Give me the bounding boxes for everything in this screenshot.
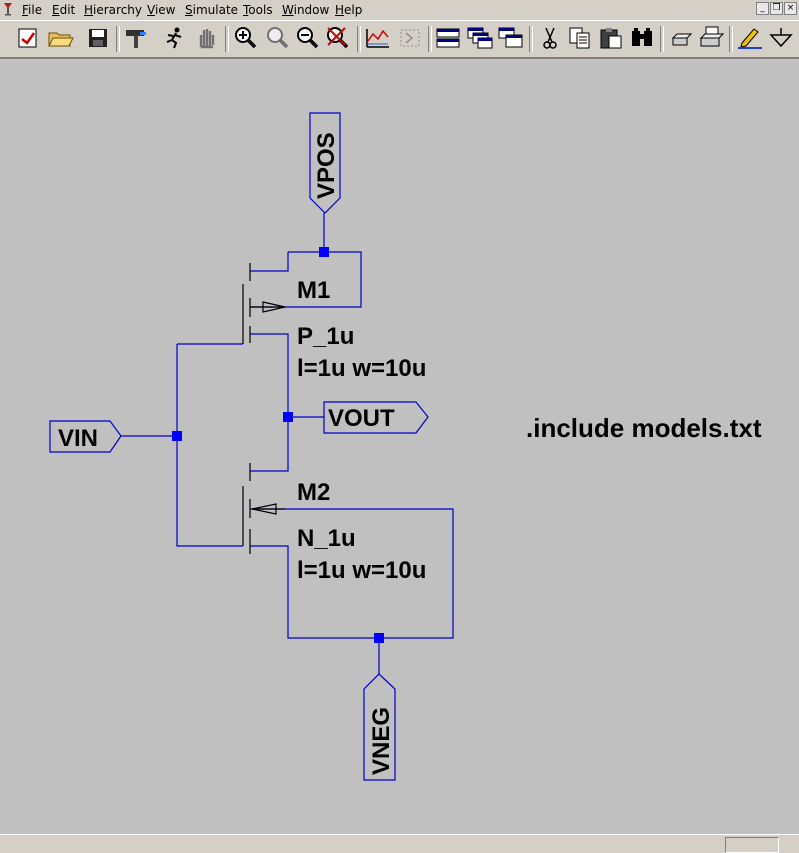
status-cell bbox=[725, 837, 779, 853]
zoom-in-icon[interactable] bbox=[232, 25, 260, 51]
run-icon[interactable] bbox=[161, 25, 189, 51]
zoom-out-icon[interactable] bbox=[294, 25, 322, 51]
net-label-vout[interactable]: VOUT bbox=[323, 401, 429, 434]
copy-icon[interactable] bbox=[566, 25, 594, 51]
m2-params: l=1u w=10u bbox=[297, 557, 426, 584]
svg-text:VIN: VIN bbox=[58, 425, 98, 452]
net-label-vneg[interactable]: VNEG bbox=[363, 673, 396, 781]
toolbar-separator bbox=[428, 26, 432, 52]
cut-scissors-icon[interactable] bbox=[536, 25, 564, 51]
junction-vneg bbox=[374, 633, 384, 643]
m2-nmos-symbol[interactable] bbox=[242, 463, 285, 554]
menu-tools[interactable]: Tools bbox=[243, 2, 273, 18]
menu-window[interactable]: Window bbox=[282, 2, 329, 18]
menu-help[interactable]: Help bbox=[335, 2, 362, 18]
net-label-vin[interactable]: VIN bbox=[49, 420, 122, 453]
svg-text:VNEG: VNEG bbox=[368, 707, 395, 775]
toolbar-separator bbox=[225, 26, 229, 52]
zoom-pan-icon[interactable] bbox=[264, 25, 292, 51]
m2-name: M2 bbox=[297, 479, 330, 506]
spice-directive[interactable]: .include models.txt bbox=[526, 413, 762, 443]
control-panel-hammer-icon[interactable] bbox=[122, 25, 150, 51]
schematic-drawing: M1 P_1u l=1u w=10u M2 N_1u l=1u w=10u VP… bbox=[49, 112, 762, 781]
cascade-windows-icon[interactable] bbox=[466, 25, 494, 51]
schematic-canvas[interactable]: M1 P_1u l=1u w=10u M2 N_1u l=1u w=10u VP… bbox=[0, 58, 799, 835]
menu-edit[interactable]: Edit bbox=[52, 2, 75, 18]
m1-params: l=1u w=10u bbox=[297, 355, 426, 382]
minimize-button[interactable]: _ bbox=[756, 2, 769, 15]
restore-button[interactable]: ❐ bbox=[770, 2, 783, 15]
svg-text:VOUT: VOUT bbox=[328, 405, 395, 432]
fit-icon[interactable] bbox=[396, 25, 424, 51]
wire-m1-source[interactable] bbox=[250, 252, 289, 272]
ground-icon[interactable] bbox=[767, 25, 795, 51]
toolbar-separator bbox=[116, 26, 120, 52]
m1-model: P_1u bbox=[297, 323, 354, 350]
menu-hierarchy[interactable]: Hierarchy bbox=[84, 2, 142, 18]
halt-hand-icon[interactable] bbox=[193, 25, 221, 51]
toolbar-separator bbox=[529, 26, 533, 52]
find-binoculars-icon[interactable] bbox=[628, 25, 656, 51]
svg-text:VPOS: VPOS bbox=[313, 132, 340, 199]
open-folder-icon[interactable] bbox=[46, 25, 74, 51]
toolbar-separator bbox=[660, 26, 664, 52]
wires bbox=[121, 213, 454, 674]
paste-icon[interactable] bbox=[597, 25, 625, 51]
m1-pmos-symbol[interactable] bbox=[242, 263, 286, 344]
toolbar-separator bbox=[729, 26, 733, 52]
wire-vout-node[interactable] bbox=[250, 333, 289, 472]
m1-name: M1 bbox=[297, 277, 330, 304]
print-setup-icon[interactable] bbox=[667, 25, 695, 51]
status-bar bbox=[0, 834, 799, 853]
autorange-icon[interactable] bbox=[364, 25, 392, 51]
save-icon[interactable] bbox=[84, 25, 112, 51]
tile-vertical-icon[interactable] bbox=[497, 25, 525, 51]
junction-vout bbox=[283, 412, 293, 422]
app-icon bbox=[4, 3, 12, 16]
toolbar-separator bbox=[357, 26, 361, 52]
tile-horizontal-icon[interactable] bbox=[434, 25, 462, 51]
menu-simulate[interactable]: Simulate bbox=[185, 2, 238, 18]
m2-model: N_1u bbox=[297, 525, 356, 552]
draw-wire-pencil-icon[interactable] bbox=[736, 25, 764, 51]
wire-gates[interactable] bbox=[176, 344, 243, 547]
zoom-cancel-icon[interactable] bbox=[324, 25, 352, 51]
close-button[interactable]: × bbox=[784, 2, 797, 15]
net-label-vpos[interactable]: VPOS bbox=[309, 112, 341, 214]
print-icon[interactable] bbox=[697, 25, 725, 51]
new-schematic-icon[interactable] bbox=[14, 25, 42, 51]
junction-vpos bbox=[319, 247, 329, 257]
menu-file[interactable]: File bbox=[22, 2, 42, 18]
toolbar bbox=[0, 20, 799, 58]
junction-vin bbox=[172, 431, 182, 441]
menu-view[interactable]: View bbox=[147, 2, 175, 18]
menu-bar: File Edit Hierarchy View Simulate Tools … bbox=[0, 0, 799, 20]
